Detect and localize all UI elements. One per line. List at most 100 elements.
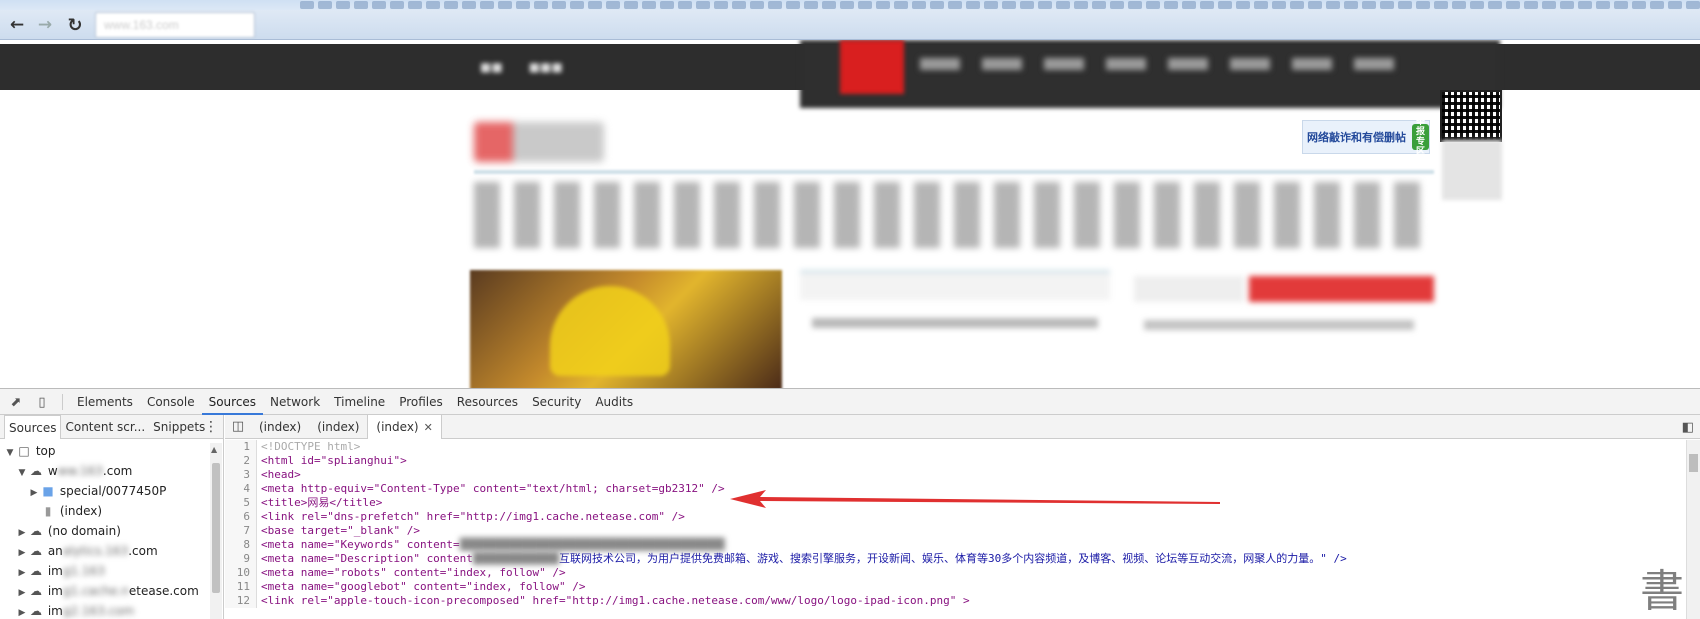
bookmark-item[interactable] [1650,1,1664,9]
bookmark-item[interactable] [390,1,404,9]
bookmark-item[interactable] [1272,1,1286,9]
bookmark-item[interactable] [570,1,584,9]
top-nav-links-right[interactable] [920,58,1394,70]
bookmark-item[interactable] [1470,1,1484,9]
expanded-triangle-icon[interactable]: ▼ [16,463,28,483]
tab-sources[interactable]: Sources [201,389,264,415]
tab-console[interactable]: Console [140,389,202,415]
bookmark-item[interactable] [516,1,530,9]
bookmark-item[interactable] [1002,1,1016,9]
bookmark-item[interactable] [1542,1,1556,9]
bookmark-item[interactable] [732,1,746,9]
bookmark-item[interactable] [444,1,458,9]
bookmark-item[interactable] [1146,1,1160,9]
bookmark-item[interactable] [1182,1,1196,9]
bookmark-item[interactable] [1416,1,1430,9]
side-tab-active[interactable] [1249,276,1434,302]
scrollbar-thumb[interactable] [1689,454,1698,472]
bookmark-item[interactable] [696,1,710,9]
site-logo[interactable] [474,122,604,162]
tree-item-domain[interactable]: ▼ ☁ www.163.com [0,461,223,481]
toggle-navigator-icon[interactable]: ◫ [225,419,251,434]
bookmark-item[interactable] [1236,1,1250,9]
editor-tab[interactable]: (index) [251,415,309,439]
navigator-scrollbar[interactable]: ▲ [210,443,222,619]
tree-item-file[interactable]: ▮ (index) [0,501,223,521]
bookmark-item[interactable] [858,1,872,9]
editor-tab-active[interactable]: (index) ✕ [367,414,442,439]
collapsed-triangle-icon[interactable]: ▶ [16,563,28,583]
more-options-icon[interactable]: ⋮ [204,419,218,435]
bookmark-item[interactable] [804,1,818,9]
bookmark-item[interactable] [1686,1,1700,9]
tree-item-folder[interactable]: ▶ ■ special/0077450P [0,481,223,501]
bookmark-item[interactable] [876,1,890,9]
bookmark-item[interactable] [1596,1,1610,9]
tree-item-domain[interactable]: ▶ ☁ img1.cache.netease.com [0,581,223,601]
news-tabs[interactable] [800,270,1110,300]
tree-item-domain[interactable]: ▶ ☁ img2.163.com [0,601,223,619]
address-bar[interactable]: www.163.com [95,12,255,38]
navigator-tab-sources[interactable]: Sources [4,414,62,439]
bookmark-item[interactable] [498,1,512,9]
bookmark-item[interactable] [1038,1,1052,9]
bookmark-item[interactable] [1344,1,1358,9]
bookmark-item[interactable] [1434,1,1448,9]
bookmark-item[interactable] [768,1,782,9]
bookmark-item[interactable] [480,1,494,9]
bookmark-item[interactable] [1254,1,1268,9]
news-headline[interactable] [812,318,1098,328]
bookmark-item[interactable] [1290,1,1304,9]
bookmark-item[interactable] [300,1,314,9]
bookmark-item[interactable] [1632,1,1646,9]
bookmark-item[interactable] [912,1,926,9]
channel-link-grid[interactable] [474,182,1434,248]
tab-elements[interactable]: Elements [70,389,140,415]
tree-item-domain[interactable]: ▶ ☁ img1.163 [0,561,223,581]
bookmark-item[interactable] [1560,1,1574,9]
collapsed-triangle-icon[interactable]: ▶ [16,543,28,563]
tree-item-top[interactable]: ▼ □ top [0,441,223,461]
bookmark-item[interactable] [534,1,548,9]
navigator-tab-content-scripts[interactable]: Content scr... [61,415,149,439]
bookmark-item[interactable] [318,1,332,9]
bookmark-item[interactable] [1506,1,1520,9]
report-ad-banner[interactable]: 网络敲诈和有偿删帖 举报专区 [1302,117,1430,157]
scroll-up-icon[interactable]: ▲ [211,445,217,454]
bookmark-item[interactable] [1164,1,1178,9]
bookmark-item[interactable] [1326,1,1340,9]
bookmark-item[interactable] [1398,1,1412,9]
bookmark-item[interactable] [1362,1,1376,9]
bookmark-item[interactable] [1488,1,1502,9]
inspect-element-icon[interactable]: ⬈ [8,394,24,410]
bookmark-item[interactable] [750,1,764,9]
bookmark-item[interactable] [1074,1,1088,9]
bookmark-item[interactable] [462,1,476,9]
bookmark-item[interactable] [552,1,566,9]
bookmark-item[interactable] [606,1,620,9]
bookmark-item[interactable] [678,1,692,9]
bookmark-item[interactable] [1092,1,1106,9]
bookmark-item[interactable] [822,1,836,9]
bookmark-item[interactable] [1056,1,1070,9]
tab-audits[interactable]: Audits [588,389,640,415]
code-view[interactable]: 1 <!DOCTYPE html> 2 <html id="spLianghui">… [225,440,1685,619]
tab-network[interactable]: Network [263,389,327,415]
bookmark-item[interactable] [354,1,368,9]
expanded-triangle-icon[interactable]: ▼ [4,443,16,463]
bookmark-item[interactable] [1128,1,1142,9]
bookmark-item[interactable] [336,1,350,9]
side-item[interactable] [1144,320,1414,330]
tab-timeline[interactable]: Timeline [327,389,392,415]
close-tab-icon[interactable]: ✕ [424,421,433,434]
collapsed-triangle-icon[interactable]: ▶ [16,583,28,603]
collapsed-triangle-icon[interactable]: ▶ [16,523,28,543]
back-arrow-icon[interactable]: ← [6,14,28,36]
collapsed-triangle-icon[interactable]: ▶ [16,603,28,619]
top-nav-links-left[interactable]: ■■ ■■■ [480,60,563,74]
bookmark-item[interactable] [1218,1,1232,9]
tree-item-domain[interactable]: ▶ ☁ analytics.163.com [0,541,223,561]
bookmark-item[interactable] [1020,1,1034,9]
bookmark-item[interactable] [1200,1,1214,9]
tab-profiles[interactable]: Profiles [392,389,450,415]
